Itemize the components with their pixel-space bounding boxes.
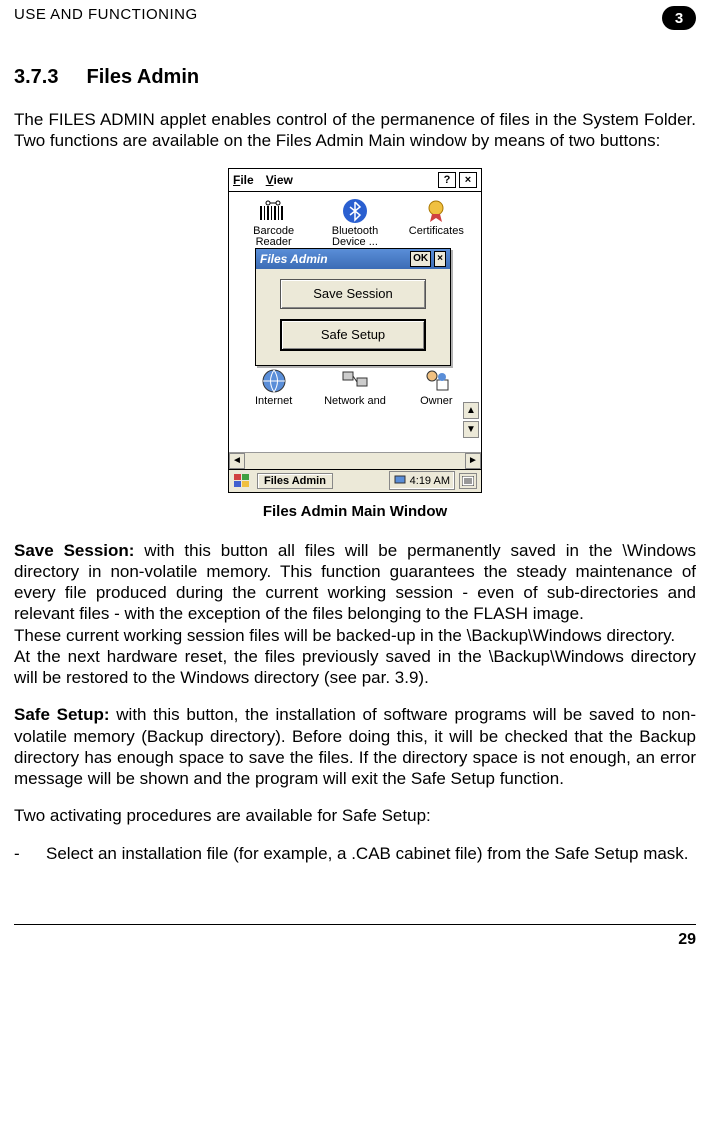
dialog-title-text: Files Admin xyxy=(260,252,328,266)
safe-setup-text1: with this button, the installation of so… xyxy=(14,705,696,788)
scroll-up-icon[interactable]: ▲ xyxy=(463,402,479,419)
list-dash: - xyxy=(14,843,46,864)
files-admin-dialog: Files Admin OK × Save Session Safe Setup xyxy=(255,248,451,366)
help-button[interactable]: ? xyxy=(438,172,456,188)
save-session-button[interactable]: Save Session xyxy=(280,279,426,309)
cp-label: Internet xyxy=(255,396,292,408)
cp-owner[interactable]: Owner xyxy=(401,366,471,408)
icon-row-4: Internet Network and Owner xyxy=(233,366,477,408)
bluetooth-icon xyxy=(339,196,371,226)
page-header: USE AND FUNCTIONING 3 xyxy=(14,0,696,30)
list-text: Select an installation file (for example… xyxy=(46,843,689,864)
dialog-body: Save Session Safe Setup xyxy=(256,269,450,365)
cp-network[interactable]: Network and xyxy=(320,366,390,408)
close-button[interactable]: × xyxy=(459,172,477,188)
cp-internet[interactable]: Internet xyxy=(239,366,309,408)
document-page: USE AND FUNCTIONING 3 3.7.3 Files Admin T… xyxy=(0,0,710,959)
control-panel-grid: Barcode Reader Bluetooth Device ... Cert… xyxy=(229,192,481,452)
owner-icon xyxy=(420,366,452,396)
globe-icon xyxy=(258,366,290,396)
save-session-text3: At the next hardware reset, the files pr… xyxy=(14,646,696,689)
certificate-icon xyxy=(420,196,452,226)
section-number-badge: 3 xyxy=(662,6,696,30)
taskbar-task[interactable]: Files Admin xyxy=(257,473,333,489)
scroll-left-icon[interactable]: ◄ xyxy=(229,453,245,469)
safe-setup-button[interactable]: Safe Setup xyxy=(280,319,426,351)
list-item-1: - Select an installation file (for examp… xyxy=(14,843,696,864)
safe-setup-paragraph: Safe Setup: with this button, the instal… xyxy=(14,704,696,789)
cp-label: Barcode Reader xyxy=(239,226,309,249)
screenshot-figure: File View ? × Barcode Reader xyxy=(228,168,482,493)
safe-setup-label: Safe Setup: xyxy=(14,705,110,724)
tray-icon xyxy=(394,473,406,488)
cp-bluetooth[interactable]: Bluetooth Device ... xyxy=(320,196,390,249)
menu-file[interactable]: File xyxy=(233,173,254,187)
system-tray[interactable]: 4:19 AM xyxy=(389,471,455,490)
scroll-right-icon[interactable]: ► xyxy=(465,453,481,469)
cp-barcode-reader[interactable]: Barcode Reader xyxy=(239,196,309,249)
sip-button[interactable] xyxy=(459,473,477,489)
running-title: USE AND FUNCTIONING xyxy=(14,6,198,23)
dialog-ok-button[interactable]: OK xyxy=(410,251,431,267)
dialog-close-button[interactable]: × xyxy=(434,251,446,267)
figure-caption: Files Admin Main Window xyxy=(14,503,696,520)
cp-label: Bluetooth Device ... xyxy=(320,226,390,249)
intro-paragraph: The FILES ADMIN applet enables control o… xyxy=(14,109,696,152)
taskbar: Files Admin 4:19 AM xyxy=(229,469,481,492)
procedures-intro: Two activating procedures are available … xyxy=(14,805,696,826)
save-session-text2: These current working session files will… xyxy=(14,625,696,646)
scroll-down-icon[interactable]: ▼ xyxy=(463,421,479,438)
barcode-icon xyxy=(258,196,290,226)
cp-certificates[interactable]: Certificates xyxy=(401,196,471,249)
figure-container: File View ? × Barcode Reader xyxy=(14,168,696,493)
section-number: 3.7.3 xyxy=(14,66,58,88)
icon-row-1: Barcode Reader Bluetooth Device ... Cert… xyxy=(233,196,477,249)
section-heading: 3.7.3 Files Admin xyxy=(14,66,696,89)
cp-label: Owner xyxy=(420,396,452,408)
section-title: Files Admin xyxy=(86,66,199,88)
save-session-label: Save Session: xyxy=(14,541,134,560)
page-number: 29 xyxy=(14,925,696,959)
dialog-titlebar: Files Admin OK × xyxy=(256,249,450,269)
menubar: File View ? × xyxy=(229,169,481,192)
clock-text: 4:19 AM xyxy=(410,475,450,487)
network-icon xyxy=(339,366,371,396)
menu-view[interactable]: View xyxy=(266,173,293,187)
horizontal-scrollbar[interactable]: ◄ ► xyxy=(229,452,481,469)
save-session-paragraph: Save Session: with this button all files… xyxy=(14,540,696,625)
cp-label: Certificates xyxy=(409,226,464,238)
start-button[interactable] xyxy=(233,473,251,489)
vertical-scrollbar[interactable]: ▲ ▼ xyxy=(463,402,479,440)
cp-label: Network and xyxy=(324,396,386,408)
